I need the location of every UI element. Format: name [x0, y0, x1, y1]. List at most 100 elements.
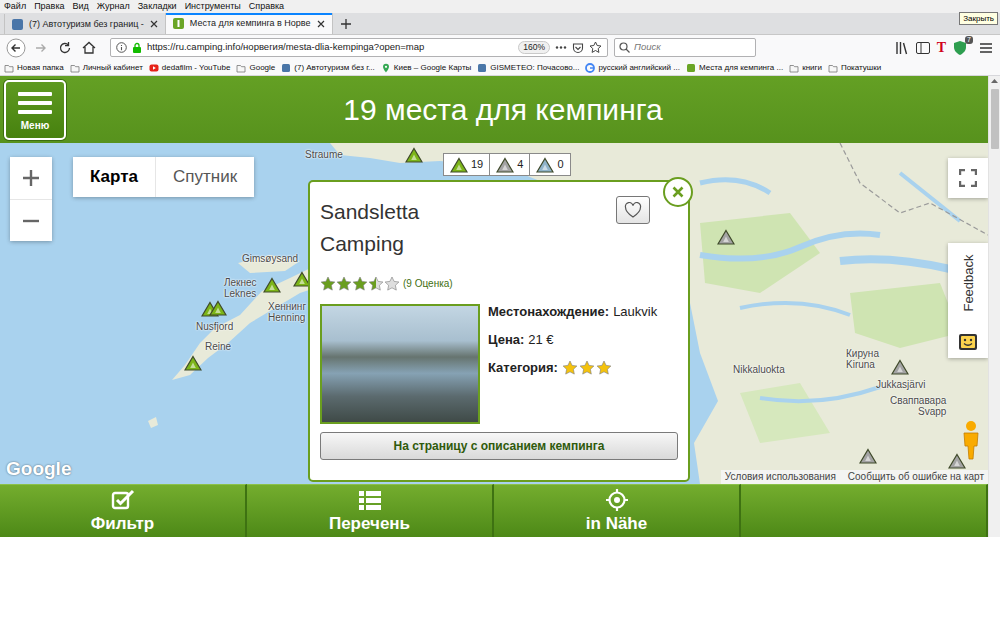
- menu-item[interactable]: Инструменты: [185, 0, 241, 13]
- campsite-pin-icon[interactable]: [717, 229, 735, 245]
- app-menu-icon[interactable]: [978, 40, 994, 56]
- close-icon[interactable]: [317, 20, 325, 28]
- pocket-icon[interactable]: [572, 42, 584, 54]
- campsite-pin-icon[interactable]: [263, 277, 281, 293]
- zoom-level[interactable]: 160%: [518, 41, 550, 54]
- search-box[interactable]: [614, 38, 756, 57]
- extension-button[interactable]: T: [937, 41, 946, 55]
- bookmark-item[interactable]: Google: [236, 60, 275, 76]
- campsite-name[interactable]: Sandsletta Camping: [320, 196, 450, 260]
- page-scrollbar[interactable]: [988, 76, 1000, 537]
- campsite-pin-icon[interactable]: [263, 277, 281, 293]
- new-tab-icon[interactable]: [337, 14, 355, 34]
- search-input[interactable]: [634, 40, 751, 54]
- library-icon[interactable]: [895, 40, 909, 56]
- back-icon[interactable]: [6, 38, 26, 58]
- menu-item[interactable]: Справка: [249, 0, 284, 13]
- reload-icon[interactable]: [56, 39, 74, 57]
- shield-extension[interactable]: 7: [952, 40, 968, 56]
- menu-item[interactable]: Вид: [73, 0, 89, 13]
- sidebar-icon[interactable]: [915, 40, 931, 56]
- page-actions-icon[interactable]: [555, 42, 567, 53]
- bottom-nav-button[interactable]: Перечень: [247, 484, 494, 537]
- campsite-pin-icon[interactable]: [405, 147, 423, 163]
- bottom-nav-button[interactable]: in Nähe: [494, 484, 741, 537]
- feedback-tab[interactable]: Feedback: [948, 243, 988, 358]
- forward-icon[interactable]: [32, 39, 50, 57]
- fullscreen-button[interactable]: [948, 158, 988, 198]
- bookmark-item[interactable]: GISMETEO: Почасово...: [477, 60, 579, 76]
- reload-icon[interactable]: [56, 39, 74, 57]
- address-text[interactable]: https://ru.camping.info/норвегия/mesta-d…: [147, 40, 513, 54]
- app-menu-icon[interactable]: [978, 40, 994, 56]
- campsite-pin-icon[interactable]: [209, 300, 227, 316]
- bottom-nav-button[interactable]: Фильтр: [0, 484, 247, 537]
- rating-count[interactable]: (9 Оценка): [403, 277, 453, 291]
- bookmark-item[interactable]: Места для кемпинга ...: [686, 60, 783, 76]
- sidebar-icon[interactable]: [915, 40, 931, 56]
- menu-item[interactable]: Журнал: [97, 0, 130, 13]
- menu-button[interactable]: Меню: [4, 80, 66, 140]
- terms-link[interactable]: Условия использования: [725, 470, 836, 484]
- map-type-button[interactable]: Карта: [73, 157, 155, 197]
- page-actions-icon[interactable]: [555, 42, 567, 53]
- new-tab-icon[interactable]: [337, 14, 355, 34]
- pin-count: 19: [471, 156, 483, 173]
- camping-pin-icon: [496, 157, 514, 173]
- zoom-in-button[interactable]: [10, 157, 52, 199]
- menu-item[interactable]: Закладки: [138, 0, 177, 13]
- campsite-pin-icon[interactable]: [859, 448, 877, 464]
- close-button[interactable]: [663, 177, 693, 207]
- bookmark-item[interactable]: русский английский ...: [585, 60, 679, 76]
- home-icon[interactable]: [80, 39, 98, 57]
- bookmark-item[interactable]: (7) Автотуризм без г...: [281, 60, 375, 76]
- bookmark-item[interactable]: dedafilm - YouTube: [149, 60, 231, 76]
- bookmark-star-icon[interactable]: [589, 41, 602, 54]
- campsite-pin-icon[interactable]: [184, 355, 202, 371]
- campsite-pin-icon[interactable]: [891, 359, 909, 375]
- pin-counter[interactable]: 0: [529, 154, 569, 175]
- zoom-out-button[interactable]: [10, 199, 52, 241]
- menu-item[interactable]: Файл: [4, 0, 26, 13]
- bookmark-item[interactable]: книги: [789, 60, 822, 76]
- pegman-icon[interactable]: [960, 420, 982, 460]
- bookmark-item[interactable]: Киев – Google Карты: [381, 60, 472, 76]
- address-bar[interactable]: https://ru.camping.info/норвегия/mesta-d…: [110, 38, 608, 57]
- report-link[interactable]: Сообщить об ошибке на карт: [848, 470, 984, 484]
- campsite-pin-icon[interactable]: [405, 147, 423, 163]
- pin-counter[interactable]: 4: [489, 154, 529, 175]
- details-button[interactable]: На страницу с описанием кемпинга: [320, 432, 678, 460]
- campsite-pin-icon[interactable]: [209, 300, 227, 316]
- bookmark-item[interactable]: Покатушки: [828, 60, 881, 76]
- bookmark-item[interactable]: Новая папка: [4, 60, 64, 76]
- back-icon[interactable]: [6, 38, 26, 58]
- campsite-photo[interactable]: [320, 304, 480, 424]
- map[interactable]: StraumeGimsøysandЛекнесLeknesNusfjordRei…: [0, 143, 988, 484]
- pin-counter[interactable]: 19: [444, 154, 489, 175]
- campsite-pin-icon[interactable]: [891, 359, 909, 375]
- menu-item[interactable]: Правка: [34, 0, 64, 13]
- map-type-button[interactable]: Спутник: [155, 157, 254, 197]
- campsite-pin-icon[interactable]: [859, 448, 877, 464]
- close-icon[interactable]: [150, 20, 158, 28]
- bookmark-star-icon[interactable]: [589, 41, 602, 54]
- favorite-button[interactable]: [616, 196, 650, 224]
- pin-counters: 1940: [443, 153, 571, 176]
- pocket-icon[interactable]: [572, 42, 584, 54]
- close-icon[interactable]: [317, 20, 325, 28]
- browser-tab[interactable]: Места для кемпинга в Норве: [165, 13, 333, 34]
- browser-tab[interactable]: (7) Автотуризм без границ -: [4, 14, 165, 34]
- home-icon[interactable]: [80, 39, 98, 57]
- scroll-thumb[interactable]: [991, 89, 999, 149]
- campsite-pin-icon[interactable]: [184, 355, 202, 371]
- forward-icon[interactable]: [32, 39, 50, 57]
- library-icon[interactable]: [895, 40, 909, 56]
- campsite-pin-icon[interactable]: [948, 453, 966, 469]
- google-logo[interactable]: Google: [6, 458, 71, 480]
- close-icon[interactable]: [150, 20, 158, 28]
- pegman-icon[interactable]: [960, 420, 982, 460]
- bookmark-item[interactable]: Личный кабинет: [70, 60, 143, 76]
- campsite-pin-icon[interactable]: [948, 453, 966, 469]
- category-row: Категория:: [488, 354, 657, 382]
- campsite-pin-icon[interactable]: [717, 229, 735, 245]
